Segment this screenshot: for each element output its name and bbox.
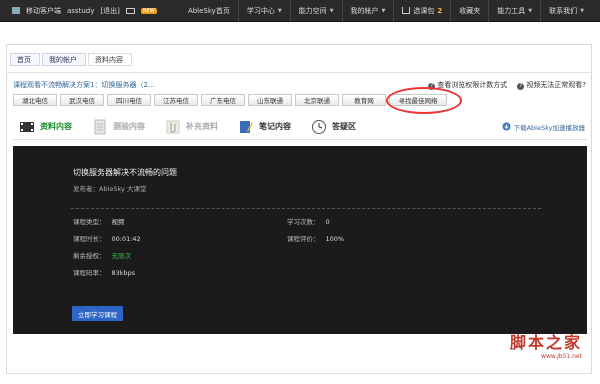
course-author: 发布者：AbleSky 大课堂	[73, 185, 147, 193]
film-icon	[20, 121, 34, 132]
chevron-down-icon: ▼	[580, 7, 584, 14]
server-sichuan-telecom[interactable]: 四川电信	[107, 94, 151, 106]
cart-icon	[402, 7, 411, 14]
mobile-client-link[interactable]: 移动客户端	[26, 6, 61, 16]
download-icon	[502, 122, 511, 131]
mail-icon[interactable]	[125, 7, 135, 14]
course-type: 课程类型： 视频	[73, 218, 125, 226]
nav-ability-tools[interactable]: 能力工具 ▼	[488, 0, 540, 22]
server-education-net[interactable]: 教育网	[342, 94, 386, 106]
nav-favorites[interactable]: 收藏夹	[450, 0, 488, 22]
fluency-notice[interactable]: 课程观看不流畅解决方案1：切换服务器（2...	[13, 80, 155, 90]
study-count: 学习次数： 0	[287, 218, 330, 226]
top-navigation-bar: 移动客户端 asstudy [退出] NEW AbleSky首页 学习中心 ▼ 能…	[0, 0, 600, 22]
download-player-link[interactable]: 下载AbleSky加速播放器	[502, 122, 587, 132]
chevron-down-icon: ▼	[528, 7, 533, 14]
server-guangdong-telecom[interactable]: 广东电信	[201, 94, 245, 106]
server-list: 湖北电信 武汉电信 四川电信 江苏电信 广东电信 山东联通 北京联通 教育网 寻…	[13, 94, 447, 106]
help-links: ? 查看浏览权限计数方式 ? 视频无法正常观看?	[428, 80, 586, 90]
question-icon: ?	[517, 83, 525, 90]
server-beijing-unicom[interactable]: 北京联通	[295, 94, 339, 106]
nav-cart[interactable]: 选课包 2	[393, 0, 450, 22]
nav-my-account[interactable]: 我的帐户 ▼	[341, 0, 394, 22]
nav-ability-space[interactable]: 能力空间 ▼	[289, 0, 342, 22]
server-jiangsu-telecom[interactable]: 江苏电信	[154, 94, 198, 106]
chevron-down-icon: ▼	[277, 7, 282, 14]
course-rating: 课程评价： 100%	[287, 235, 345, 243]
tab-notes[interactable]: 笔记内容	[232, 114, 305, 140]
course-bitrate: 课程码率： 83kbps	[73, 269, 136, 277]
tab-quiz-content[interactable]: 测验内容	[86, 114, 159, 140]
new-badge: NEW	[140, 7, 157, 14]
nav-contact[interactable]: 联系我们 ▼	[540, 0, 592, 22]
mobile-icon	[12, 7, 20, 14]
server-shandong-unicom[interactable]: 山东联通	[248, 94, 292, 106]
nav-study-center[interactable]: 学习中心 ▼	[237, 0, 290, 22]
breadcrumb-current: 资料内容	[88, 53, 132, 66]
site-watermark: 脚本之家 www.jb51.net	[510, 329, 582, 360]
tab-material-content[interactable]: 资料内容	[13, 114, 86, 140]
course-duration: 课程时长： 00:01:42	[73, 235, 141, 243]
bottom-border	[6, 373, 592, 374]
course-panel: 切换服务器解决不流畅的问题 发布者：AbleSky 大课堂 课程类型： 视频 课程…	[13, 146, 587, 334]
server-hubei-telecom[interactable]: 湖北电信	[13, 94, 57, 106]
breadcrumb-home[interactable]: 首页	[10, 53, 40, 66]
start-study-button[interactable]: 立即学习课程	[72, 306, 123, 321]
nav-home[interactable]: AbleSky首页	[180, 0, 238, 22]
breadcrumb: 首页 我的帐户 资料内容	[10, 53, 134, 66]
remaining-authorization: 剩余授权： 无限次	[73, 252, 131, 260]
highlight-ring	[386, 87, 462, 114]
chevron-down-icon: ▼	[381, 7, 386, 14]
document-icon	[94, 119, 106, 134]
tab-supplementary[interactable]: 补充资料	[159, 114, 232, 140]
tab-qa-zone[interactable]: 答疑区	[305, 114, 370, 140]
clock-icon	[312, 119, 326, 134]
video-help-link[interactable]: ? 视频无法正常观看?	[517, 80, 586, 90]
watermark-url: www.jb51.net	[541, 353, 582, 360]
watermark-title: 脚本之家	[509, 333, 582, 352]
notebook-pencil-icon	[240, 120, 253, 133]
logout-link[interactable]: [退出]	[100, 6, 119, 16]
breadcrumb-my-account[interactable]: 我的帐户	[42, 53, 86, 66]
server-wuhan-telecom[interactable]: 武汉电信	[60, 94, 104, 106]
course-title: 切换服务器解决不流畅的问题	[73, 168, 177, 177]
divider	[6, 72, 592, 73]
content-tabs: 资料内容 测验内容 补充资料 笔记内容 答疑区 下载AbleSky加速播放器	[13, 114, 587, 140]
cart-count: 2	[437, 6, 443, 15]
chevron-down-icon: ▼	[329, 7, 334, 14]
username[interactable]: asstudy	[67, 7, 94, 15]
paperclip-icon	[166, 120, 180, 133]
panel-divider	[71, 208, 541, 209]
